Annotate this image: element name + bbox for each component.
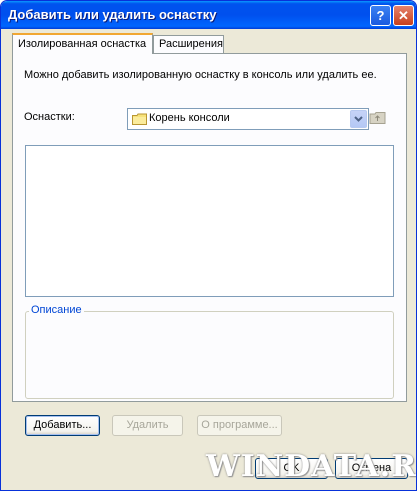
description-group-title: Описание [29,304,84,316]
tab-panel: Можно добавить изолированную оснастку в … [12,53,407,402]
snapins-label: Оснастки: [24,111,75,123]
help-button[interactable]: ? [370,5,391,26]
tab-standalone[interactable]: Изолированная оснастка [12,33,153,54]
folder-icon [132,113,147,128]
about-button[interactable]: О программе... [197,415,282,436]
add-button[interactable]: Добавить... [25,415,100,436]
title-bar[interactable]: Добавить или удалить оснастку ? ✕ [1,1,416,29]
dialog-window: Добавить или удалить оснастку ? ✕ Изолир… [0,0,417,491]
close-icon: ✕ [398,8,409,23]
snapins-dropdown[interactable]: Корень консоли [127,108,369,130]
snapins-selected-value: Корень консоли [149,112,230,124]
tab-extensions[interactable]: Расширения [153,35,224,53]
remove-button[interactable]: Удалить [112,415,183,436]
snapins-list[interactable] [25,145,394,297]
description-group [25,311,394,399]
panel-description: Можно добавить изолированную оснастку в … [24,69,377,81]
close-button[interactable]: ✕ [393,5,414,26]
chevron-down-icon[interactable] [350,110,367,128]
folder-up-icon[interactable] [369,110,386,128]
window-title: Добавить или удалить оснастку [8,7,217,22]
watermark: WINDATA.RU [206,449,417,484]
